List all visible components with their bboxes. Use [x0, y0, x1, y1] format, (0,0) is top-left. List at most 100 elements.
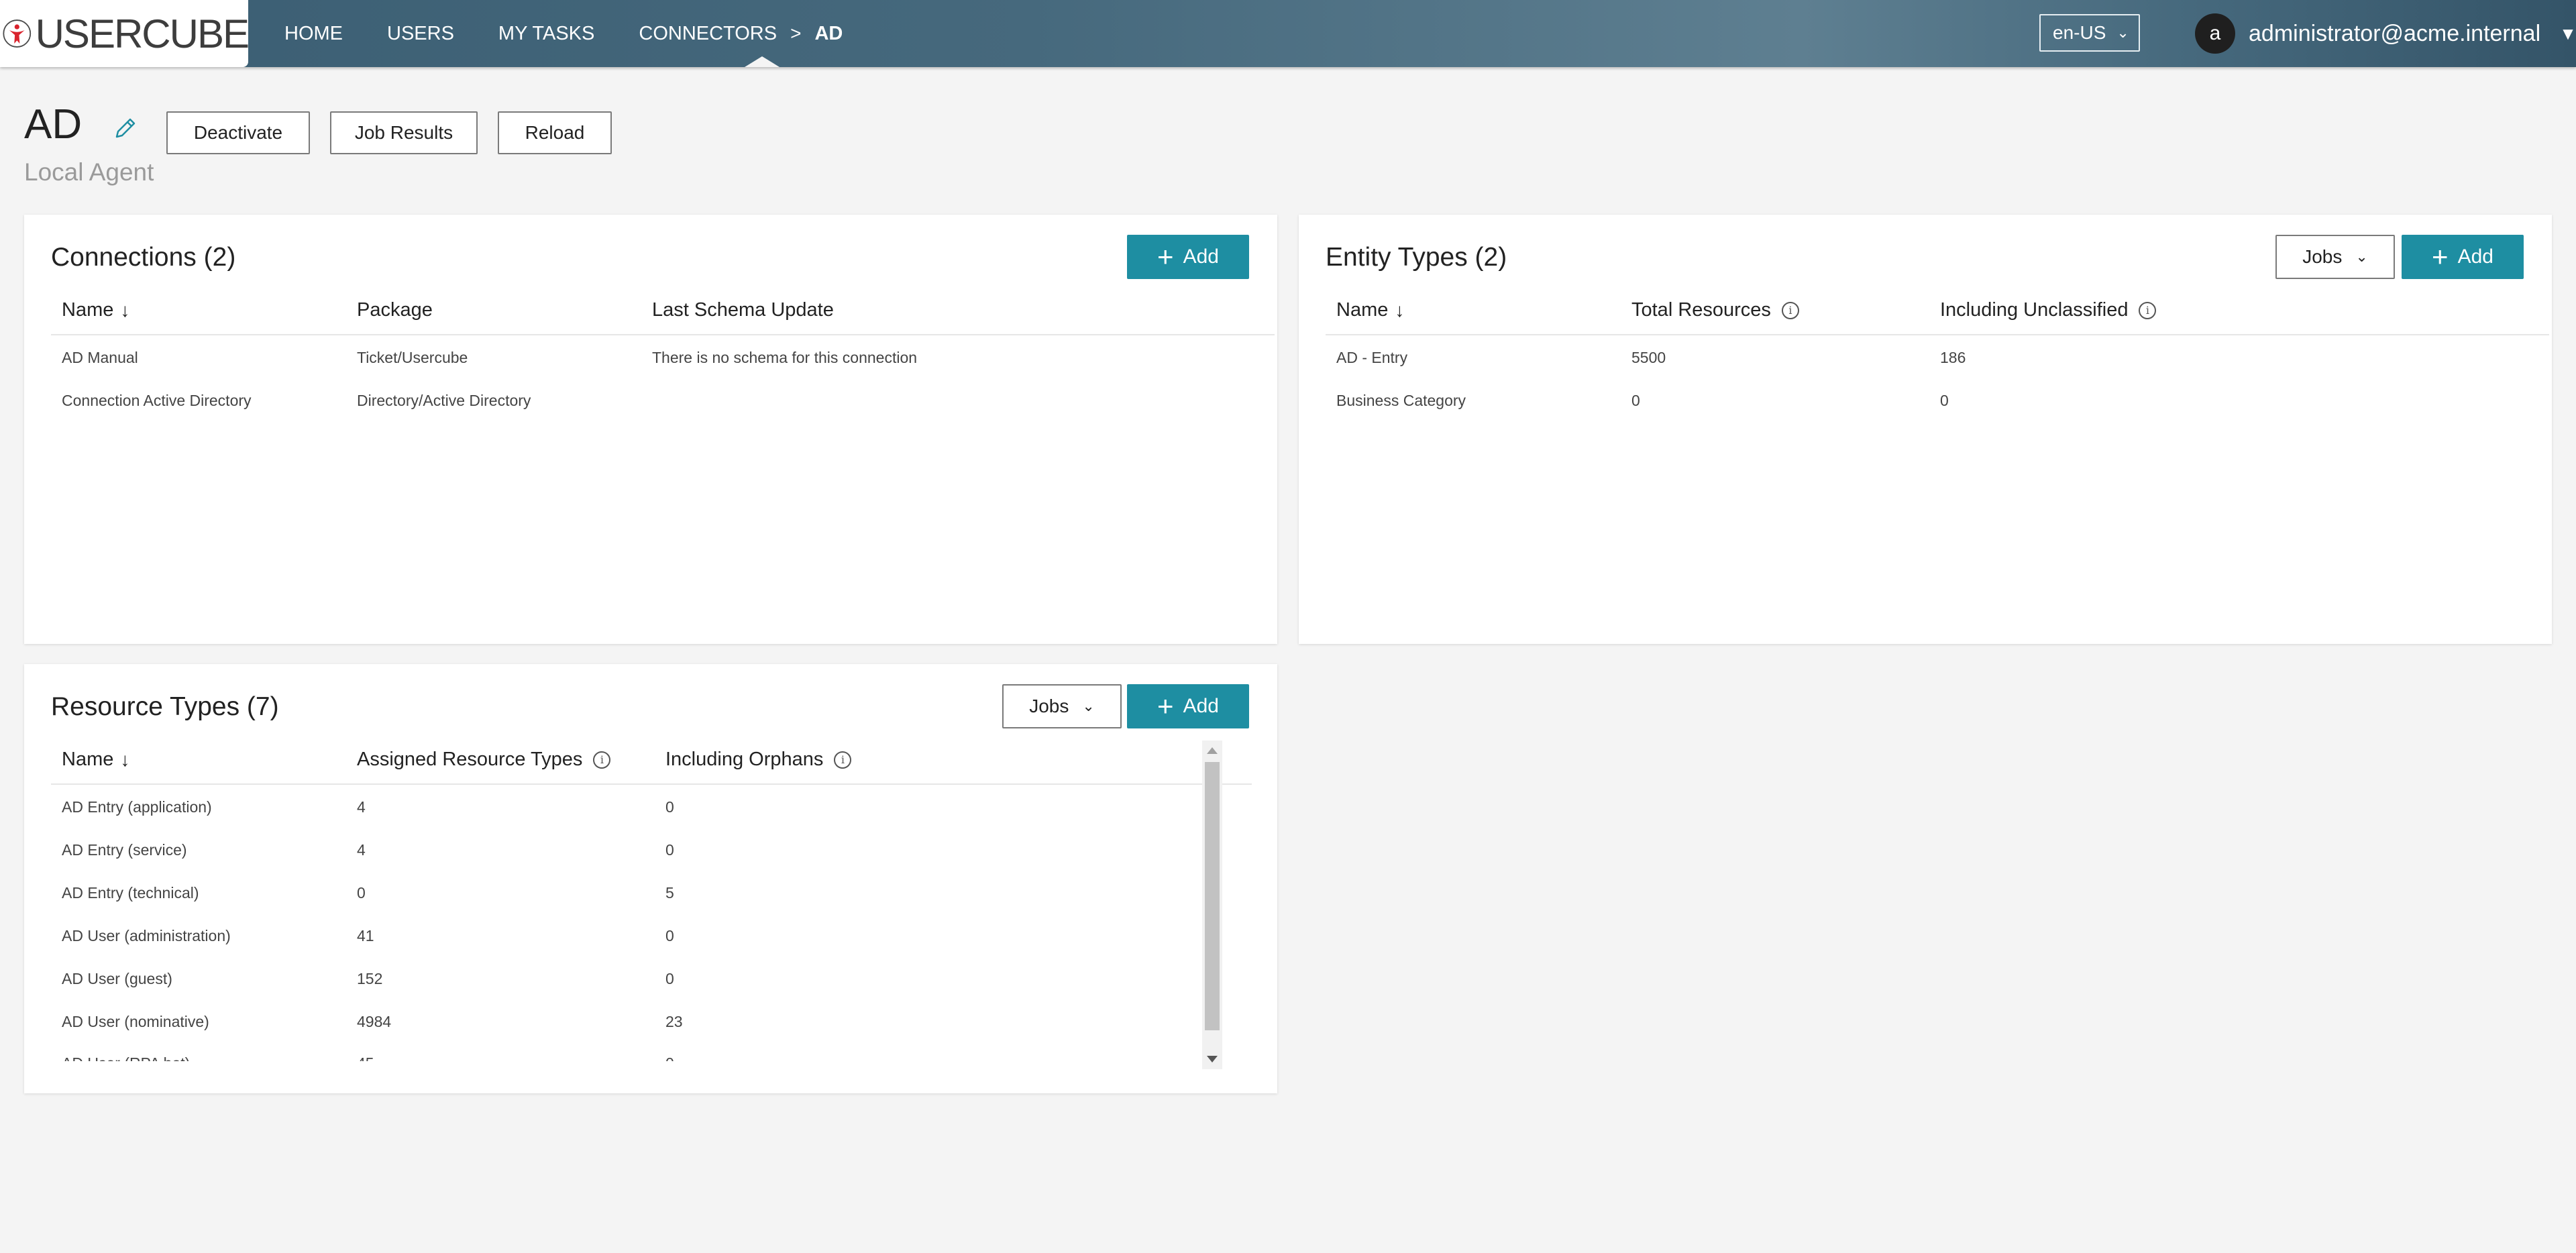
- table-cell: 5500: [1631, 349, 1666, 366]
- column-header-assigned-resource-types[interactable]: Assigned Resource Types i: [357, 749, 611, 771]
- nav-current-ad: AD: [814, 22, 843, 44]
- user-email: administrator@acme.internal: [2249, 20, 2541, 46]
- column-header-name[interactable]: Name ↓: [1336, 299, 1404, 321]
- jobs-label: Jobs: [2302, 246, 2343, 267]
- avatar: a: [2195, 13, 2235, 54]
- resource-types-jobs-dropdown[interactable]: Jobs ⌄: [1002, 684, 1122, 728]
- column-label: Name: [1336, 299, 1389, 321]
- nav-connectors[interactable]: CONNECTORS: [639, 23, 777, 45]
- table-cell[interactable]: Business Category: [1336, 392, 1466, 410]
- table-cell: 41: [357, 927, 374, 944]
- table-cell[interactable]: AD Entry (application): [62, 798, 212, 816]
- table-cell[interactable]: AD - Entry: [1336, 349, 1407, 367]
- info-icon[interactable]: i: [1781, 301, 1799, 319]
- active-nav-indicator: [745, 56, 780, 67]
- resource-types-add-button[interactable]: + Add: [1127, 684, 1249, 728]
- plus-icon: +: [2432, 241, 2449, 272]
- table-cell: 186: [1940, 349, 1966, 366]
- language-select[interactable]: en-US ⌄: [2039, 14, 2140, 52]
- column-header-total-resources[interactable]: Total Resources i: [1631, 299, 1799, 321]
- add-label: Add: [1183, 695, 1219, 717]
- page-subtitle: Local Agent: [24, 158, 154, 186]
- arrow-down-icon: ↓: [1395, 299, 1405, 321]
- table-cell: 0: [665, 927, 674, 944]
- table-cell[interactable]: AD Entry (service): [62, 841, 187, 859]
- table-cell: 5: [665, 884, 674, 902]
- table-cell[interactable]: Connection Active Directory: [62, 392, 252, 410]
- table-cell[interactable]: AD User (nominative): [62, 1013, 209, 1031]
- deactivate-button[interactable]: Deactivate: [166, 111, 310, 154]
- nav-my-tasks[interactable]: MY TASKS: [498, 23, 594, 45]
- entity-types-title: Entity Types (2): [1326, 243, 1507, 272]
- resource-types-title: Resource Types (7): [51, 692, 279, 721]
- table-cell: There is no schema for this connection: [652, 349, 918, 366]
- caret-down-icon[interactable]: ▼: [2559, 23, 2576, 44]
- language-value: en-US: [2053, 22, 2106, 43]
- divider: [51, 334, 1275, 335]
- scroll-up-arrow-icon[interactable]: [1207, 747, 1218, 754]
- user-menu[interactable]: a administrator@acme.internal ▼: [2195, 13, 2576, 54]
- column-label: Name: [62, 299, 114, 321]
- resource-types-scrollbar[interactable]: [1202, 741, 1222, 1069]
- column-label: Assigned Resource Types: [357, 749, 583, 770]
- entity-types-jobs-dropdown[interactable]: Jobs ⌄: [2275, 235, 2395, 279]
- column-header-including-orphans[interactable]: Including Orphans i: [665, 749, 852, 771]
- column-label: Including Orphans: [665, 749, 824, 770]
- table-cell: Ticket/Usercube: [357, 349, 468, 366]
- plus-icon: +: [1157, 241, 1174, 272]
- table-cell: 23: [665, 1013, 683, 1030]
- column-header-name[interactable]: Name ↓: [62, 749, 129, 771]
- table-cell: 4: [357, 841, 366, 859]
- table-cell: 45: [357, 1054, 374, 1061]
- column-header-name[interactable]: Name ↓: [62, 299, 129, 321]
- column-header-package[interactable]: Package: [357, 299, 433, 321]
- pencil-icon[interactable]: [113, 115, 138, 141]
- column-label: Name: [62, 749, 114, 770]
- column-header-last-schema-update[interactable]: Last Schema Update: [652, 299, 834, 321]
- table-cell: 0: [665, 1054, 674, 1061]
- chevron-down-icon: ⌄: [2355, 248, 2368, 265]
- connections-add-button[interactable]: + Add: [1127, 235, 1249, 279]
- resource-types-table-body: AD Entry (application) 4 0 AD Entry (ser…: [24, 785, 1225, 1061]
- usercube-logo-icon: [3, 19, 32, 48]
- table-cell: 0: [1940, 392, 1949, 409]
- resource-types-card: Resource Types (7) Jobs ⌄ + Add Name ↓ A…: [24, 664, 1277, 1093]
- top-navigation-bar: USERCUBE HOME USERS MY TASKS CONNECTORS …: [0, 0, 2576, 67]
- table-cell: 152: [357, 970, 383, 987]
- table-cell[interactable]: AD User (RPA bot): [62, 1054, 190, 1061]
- entity-types-card: Entity Types (2) Jobs ⌄ + Add Name ↓ Tot…: [1299, 215, 2552, 644]
- add-label: Add: [1183, 246, 1219, 268]
- scroll-down-arrow-icon[interactable]: [1207, 1056, 1218, 1063]
- arrow-down-icon: ↓: [120, 299, 130, 321]
- info-icon[interactable]: i: [593, 751, 611, 769]
- table-cell[interactable]: AD Entry (technical): [62, 884, 199, 902]
- column-header-including-unclassified[interactable]: Including Unclassified i: [1940, 299, 2157, 321]
- table-cell: 0: [665, 970, 674, 987]
- table-cell: 4: [357, 798, 366, 816]
- jobs-label: Jobs: [1029, 696, 1069, 716]
- entity-types-add-button[interactable]: + Add: [2402, 235, 2524, 279]
- connections-card: Connections (2) + Add Name ↓ Package Las…: [24, 215, 1277, 644]
- table-cell[interactable]: AD Manual: [62, 349, 138, 367]
- table-cell: 0: [357, 884, 366, 902]
- nav-users[interactable]: USERS: [387, 23, 454, 45]
- connections-title: Connections (2): [51, 243, 236, 272]
- breadcrumb-separator: >: [790, 23, 802, 44]
- table-cell: 4984: [357, 1013, 392, 1030]
- arrow-down-icon: ↓: [120, 749, 130, 770]
- logo-text: USERCUBE: [35, 11, 250, 56]
- scrollbar-thumb[interactable]: [1205, 762, 1220, 1030]
- job-results-button[interactable]: Job Results: [330, 111, 478, 154]
- info-icon[interactable]: i: [2139, 301, 2157, 319]
- table-cell[interactable]: AD User (administration): [62, 927, 231, 945]
- logo[interactable]: USERCUBE: [0, 0, 250, 67]
- plus-icon: +: [1157, 690, 1174, 722]
- page-title: AD: [24, 101, 83, 148]
- table-cell[interactable]: AD User (guest): [62, 970, 172, 988]
- add-label: Add: [2457, 246, 2493, 268]
- info-icon[interactable]: i: [834, 751, 852, 769]
- table-cell: 0: [665, 798, 674, 816]
- reload-button[interactable]: Reload: [498, 111, 612, 154]
- nav-home[interactable]: HOME: [284, 23, 343, 45]
- table-cell: 0: [665, 841, 674, 859]
